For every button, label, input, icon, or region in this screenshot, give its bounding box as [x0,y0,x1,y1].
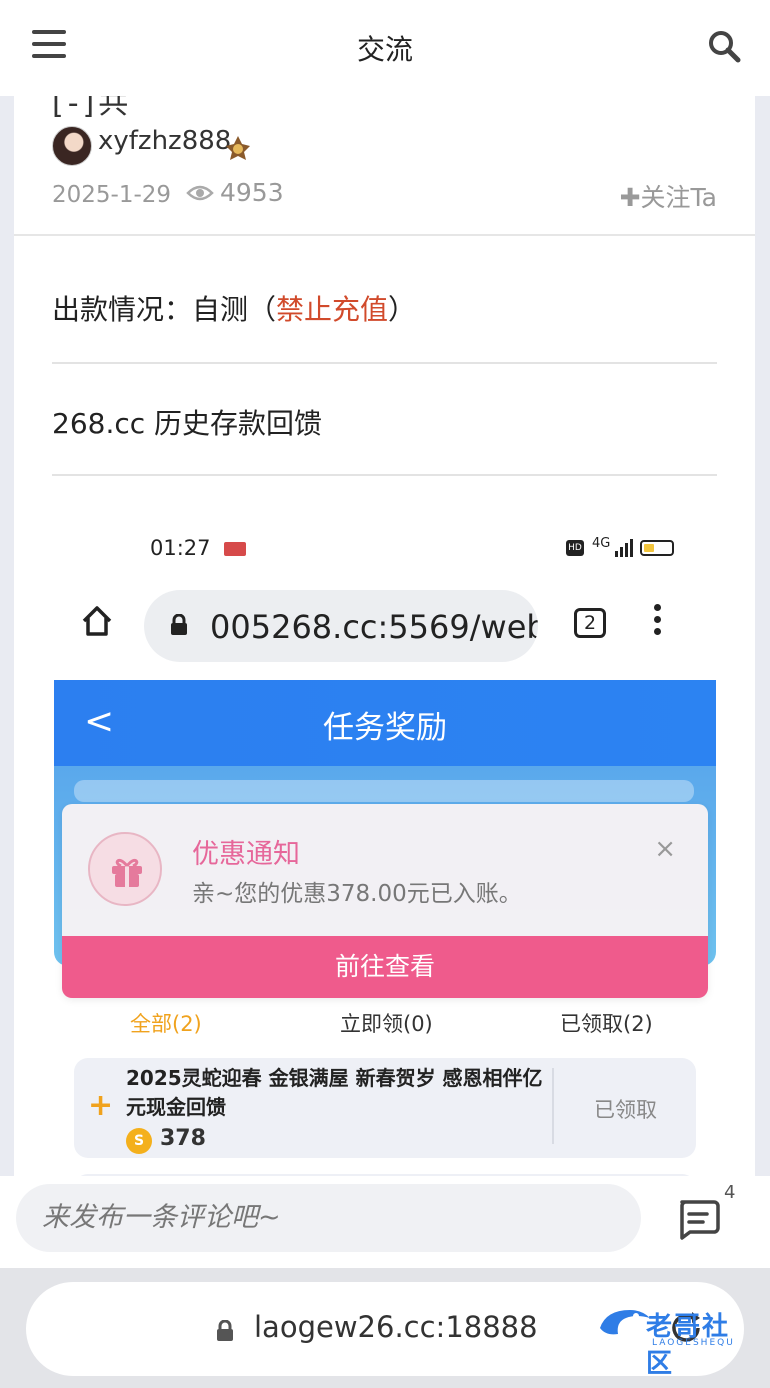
site-logo: 老哥社区 LAOGESHEQU [596,1304,756,1379]
post-date: 2025-1-29 [52,182,172,208]
hd-icon: HD [566,540,584,556]
battery-icon [640,540,674,556]
view-count: 4953 [186,178,284,207]
plus-icon: + [88,1088,114,1123]
tab-all: 全部(2) [130,1012,202,1036]
author-name[interactable]: xyfzhz888 [98,126,231,156]
view-count-value: 4953 [220,178,284,207]
site-line: 268.cc 历史存款回馈 [52,407,323,440]
browser-url-bar: laogew26.cc:18888 老哥社区 LAOGESHEQU [0,1268,770,1388]
coin-icon: S [126,1128,152,1154]
embedded-screenshot: 01:27 HD 4G 005268.cc:5569/web 2 < 任务奖励 … [54,512,716,1176]
tab-claimed: 已领取(2) [560,1012,653,1036]
withdraw-status-prefix: 出款情况：自测（ [52,293,277,326]
comment-count: 4 [724,1182,736,1203]
modal-title: 优惠通知 [192,839,300,870]
task-page-title: 任务奖励 [323,710,447,746]
divider [52,474,717,476]
withdraw-status-suffix: ） [388,293,417,326]
task-amount: 378 [160,1126,206,1151]
mobile-url-text: 005268.cc:5569/web [210,608,538,646]
mobile-url-field: 005268.cc:5569/web [144,590,538,662]
more-menu-icon [654,604,662,640]
task-title: 2025灵蛇迎春 金银满屋 新春贺岁 感恩相伴亿元现金回馈 [126,1066,543,1119]
mobile-address-bar: 005268.cc:5569/web 2 [54,582,716,674]
divider [552,1068,554,1144]
comment-bar: 来发布一条评论吧~ 4 [0,1176,770,1268]
view-details-button: 前往查看 [62,936,708,998]
gift-icon [88,832,162,906]
post-header: [-]共 xyfzhz888 2025-1-29 4953 ✚关注Ta [14,96,755,236]
post-card: [-]共 xyfzhz888 2025-1-29 4953 ✚关注Ta 出款情况… [14,96,755,1176]
eye-icon [186,185,214,200]
task-page-header: < 任务奖励 [54,680,716,766]
home-icon [82,606,112,636]
task-filter-tabs: 全部(2) 立即领(0) 已领取(2) [54,1002,716,1042]
avatar[interactable] [52,126,92,166]
lock-icon [217,1320,233,1341]
tab-count-icon: 2 [574,608,606,638]
top-header: 交流 [0,0,770,96]
divider [52,362,717,364]
follow-button[interactable]: ✚关注Ta [620,178,717,214]
task-status: 已领取 [594,1098,657,1122]
lock-icon [171,614,187,635]
logo-subtext: LAOGESHEQU [652,1338,735,1348]
page-title: 交流 [356,33,413,66]
rank-badge-icon [226,136,250,160]
phone-status-bar: 01:27 HD 4G [54,512,716,582]
signal-icon [615,539,633,557]
status-time: 01:27 [150,536,211,560]
follow-label: 关注Ta [640,183,717,212]
comment-icon[interactable] [676,1198,720,1240]
withdraw-status-line: 出款情况：自测（禁止充值） [52,288,717,328]
close-icon: × [654,834,676,864]
network-label: 4G [592,536,611,551]
task-item: + 2025灵蛇迎春 金银满屋 新春贺岁 感恩相伴亿元现金回馈 S 378 已领… [74,1058,696,1158]
promo-notification-modal: 优惠通知 亲~您的优惠378.00元已入账。 × 前往查看 [62,804,708,998]
app-tag-icon [224,542,246,556]
plus-icon: ✚ [619,183,641,212]
tab-claim-now: 立即领(0) [340,1012,433,1036]
browser-url-text: laogew26.cc:18888 [254,1310,538,1344]
search-icon[interactable] [706,28,742,64]
comment-input[interactable]: 来发布一条评论吧~ [16,1184,641,1252]
withdraw-status-highlight: 禁止充值 [276,293,389,326]
post-title: [-]共 [52,96,133,121]
modal-message: 亲~您的优惠378.00元已入账。 [192,881,522,907]
